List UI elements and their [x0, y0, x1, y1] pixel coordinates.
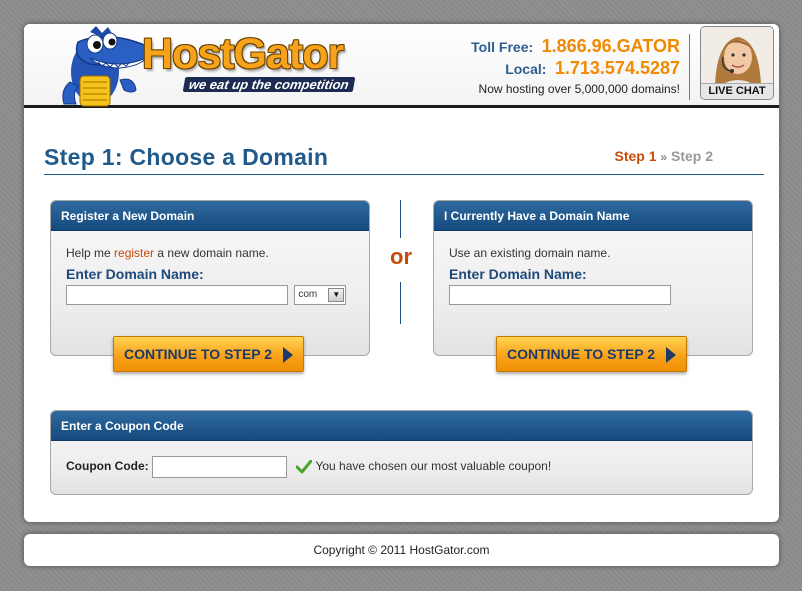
or-line-bottom [400, 282, 401, 324]
copyright-text: Copyright © 2011 HostGator.com [313, 543, 490, 557]
continue-register-button[interactable]: CONTINUE TO STEP 2 [113, 336, 304, 372]
header-divider [689, 34, 690, 100]
existing-domain-panel: I Currently Have a Domain Name Use an ex… [433, 200, 753, 356]
register-domain-label: Enter Domain Name: [66, 266, 204, 282]
tld-select[interactable]: com ▼ [294, 285, 347, 305]
or-divider: or [389, 200, 413, 324]
or-text: or [390, 244, 412, 269]
register-link[interactable]: register [114, 246, 154, 260]
step-next: Step 2 [670, 148, 713, 164]
main-container: HostGator we eat up the competition Toll… [24, 24, 779, 522]
continue-existing-button[interactable]: CONTINUE TO STEP 2 [496, 336, 687, 372]
coupon-input[interactable] [152, 456, 287, 478]
continue-existing-label: CONTINUE TO STEP 2 [507, 346, 656, 362]
coupon-panel-header: Enter a Coupon Code [51, 411, 752, 441]
site-header: HostGator we eat up the competition Toll… [24, 24, 779, 108]
title-divider [44, 174, 764, 175]
local-number: 1.713.574.5287 [554, 58, 680, 78]
existing-domain-label: Enter Domain Name: [449, 266, 587, 282]
contact-info: Toll Free: 1.866.96.GATOR Local: 1.713.5… [471, 36, 680, 96]
existing-panel-header: I Currently Have a Domain Name [434, 201, 752, 231]
arrow-right-icon [666, 347, 676, 363]
chevron-down-icon: ▼ [328, 288, 345, 302]
local-row: Local: 1.713.574.5287 [471, 58, 680, 80]
logo-tagline: we eat up the competition [182, 77, 355, 92]
step-current: Step 1 [614, 148, 657, 164]
or-line-top [400, 200, 401, 238]
page-title: Step 1: Choose a Domain [44, 144, 329, 170]
coupon-panel: Enter a Coupon Code Coupon Code: You hav… [50, 410, 753, 495]
register-help-text: Help me register a new domain name. [66, 246, 269, 260]
hosting-note: Now hosting over 5,000,000 domains! [478, 82, 680, 96]
existing-help-text: Use an existing domain name. [449, 246, 611, 260]
footer: Copyright © 2011 HostGator.com [24, 534, 779, 566]
step-indicator: Step 1 » Step 2 [615, 148, 714, 164]
checkmark-icon [296, 460, 313, 474]
support-agent-icon [701, 27, 773, 85]
register-panel-header: Register a New Domain [51, 201, 369, 231]
arrow-right-icon [283, 347, 293, 363]
toll-free-row: Toll Free: 1.866.96.GATOR [471, 36, 680, 58]
toll-free-label: Toll Free: [471, 39, 534, 55]
live-chat-label: LIVE CHAT [701, 83, 773, 99]
continue-register-label: CONTINUE TO STEP 2 [124, 346, 273, 362]
tld-selected-value: com [298, 289, 318, 300]
hostgator-logo[interactable]: HostGator [142, 30, 344, 79]
live-chat-button[interactable]: LIVE CHAT [700, 26, 774, 100]
toll-free-number: 1.866.96.GATOR [541, 36, 680, 56]
register-domain-panel: Register a New Domain Help me register a… [50, 200, 370, 356]
coupon-label: Coupon Code: [66, 459, 149, 474]
step-separator: » [660, 150, 668, 164]
local-label: Local: [505, 61, 547, 77]
coupon-message: You have chosen our most valuable coupon… [315, 459, 552, 474]
existing-domain-input[interactable] [449, 285, 671, 305]
new-domain-input[interactable] [66, 285, 288, 305]
